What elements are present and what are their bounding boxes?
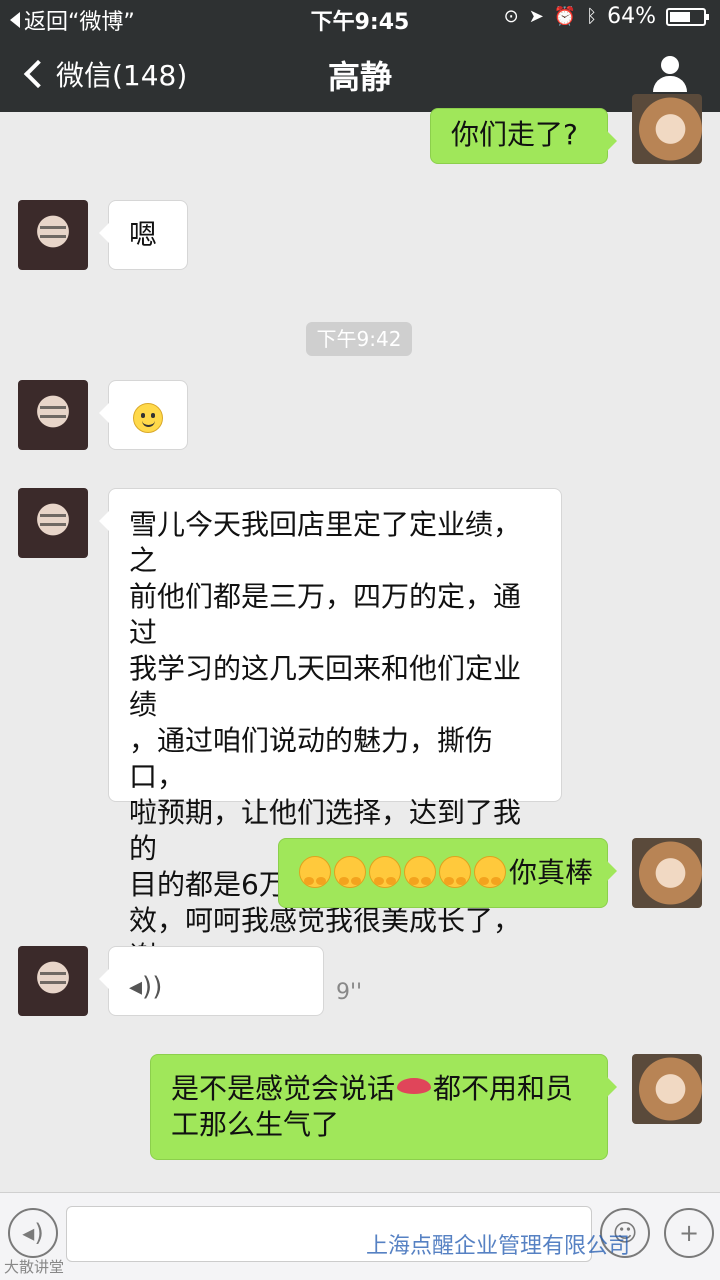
message-line: 前他们都是三万，四万的定，通过 — [129, 580, 522, 649]
hug-emoji-icon — [334, 856, 366, 888]
my-avatar[interactable] — [632, 1054, 702, 1124]
message-line: ，通过咱们说动的魅力，撕伤口， — [129, 724, 494, 793]
message-bubble-sent[interactable]: 是不是感觉会说话 都不用和员 工那么生气了 — [150, 1054, 617, 1160]
timestamp-chip: 下午9:42 — [306, 322, 412, 356]
message-bubble-received[interactable]: 嗯 — [99, 200, 188, 270]
person-icon-head — [661, 56, 679, 74]
person-icon-body — [653, 76, 687, 92]
rotation-lock-icon: ⊙ — [503, 6, 519, 27]
my-avatar[interactable] — [632, 94, 702, 164]
watermark-text: 上海点醒企业管理有限公司 — [366, 1234, 631, 1259]
voice-wave-icon: ◂)) — [129, 972, 163, 1002]
message-line: 工那么生气了 — [171, 1108, 340, 1141]
voice-message-bubble[interactable]: ◂)) — [99, 946, 324, 1016]
message-text: 你们走了? — [451, 118, 578, 151]
bluetooth-icon: ᛒ — [586, 6, 598, 27]
battery-icon — [666, 7, 709, 26]
voice-input-button[interactable]: ◂) — [8, 1208, 58, 1258]
voice-icon: ◂) — [22, 1219, 44, 1247]
contact-avatar[interactable] — [18, 488, 88, 558]
battery-percent: 64% — [607, 4, 656, 29]
location-icon: ➤ — [528, 6, 544, 27]
message-bubble-sent[interactable]: 你们走了? — [430, 108, 617, 164]
message-text: 嗯 — [129, 218, 158, 251]
message-line-text: 都不用和员 — [433, 1072, 574, 1105]
message-line: 我学习的这几天回来和他们定业绩 — [129, 652, 522, 721]
plus-icon: + — [678, 1219, 700, 1247]
message-bubble-received[interactable]: 雪儿今天我回店里定了定业绩，之 前他们都是三万，四万的定，通过 我学习的这几天回… — [99, 488, 562, 1009]
contact-avatar[interactable] — [18, 946, 88, 1016]
lips-emoji-icon — [397, 1078, 432, 1094]
status-right: ⊙ ➤ ⏰ ᛒ 64% — [503, 4, 709, 29]
message-text: 你真棒 — [509, 856, 594, 889]
person-icon[interactable] — [652, 56, 688, 92]
status-bar: 返回“微博” 下午9:45 ⊙ ➤ ⏰ ᛒ 64% — [0, 0, 720, 36]
hug-emoji-icon — [299, 856, 331, 888]
watermark-small-text: 大散讲堂 — [4, 1258, 65, 1276]
contact-avatar[interactable] — [18, 380, 88, 450]
message-line: 雪儿今天我回店里定了定业绩，之 — [129, 508, 522, 577]
hug-emoji-icon — [439, 856, 471, 888]
hug-emoji-icon — [404, 856, 436, 888]
hug-emoji-icon — [369, 856, 401, 888]
alarm-icon: ⏰ — [553, 6, 577, 27]
smile-emoji-icon — [133, 403, 163, 433]
nav-bar: 微信(148) 高静 — [0, 36, 720, 112]
voice-duration: 9'' — [336, 980, 363, 1005]
hug-emoji-icon — [474, 856, 506, 888]
battery-fill — [670, 11, 690, 22]
my-avatar[interactable] — [632, 838, 702, 908]
contact-avatar[interactable] — [18, 200, 88, 270]
message-line: 是不是感觉会说话 都不用和员 — [171, 1071, 587, 1107]
plus-button[interactable]: + — [664, 1208, 714, 1258]
chat-title: 高静 — [327, 58, 392, 96]
message-bubble-sent[interactable]: 你真棒 — [278, 838, 617, 908]
message-line-text: 是不是感觉会说话 — [171, 1072, 396, 1105]
top-bar: 返回“微博” 下午9:45 ⊙ ➤ ⏰ ᛒ 64% 微信(148) 高静 — [0, 0, 720, 112]
message-bubble-received[interactable] — [99, 380, 188, 450]
